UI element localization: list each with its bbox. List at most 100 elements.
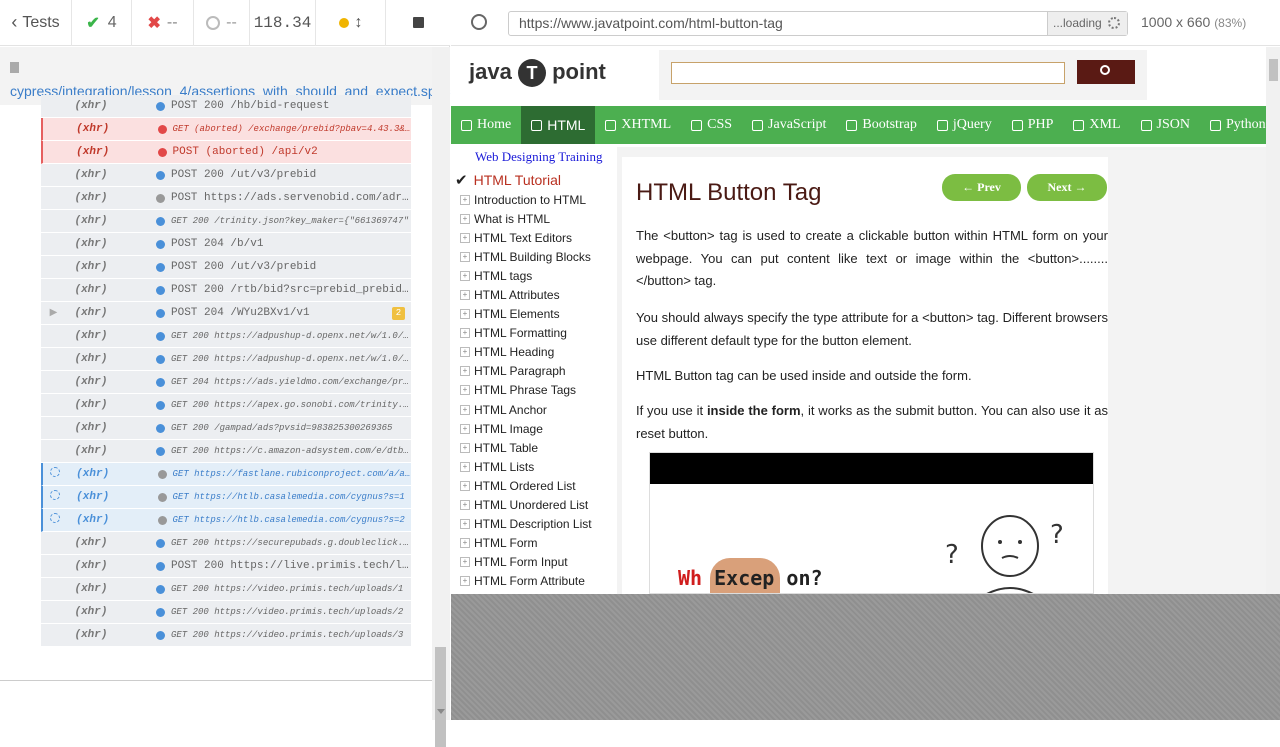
plus-icon: +	[460, 519, 470, 530]
command-row[interactable]: (xhr) GET 200 /trinity.json?key_maker={"6…	[41, 210, 411, 233]
side-item[interactable]: + HTML Attributes	[451, 285, 617, 304]
failed-count[interactable]: ✖ --	[132, 0, 194, 46]
viewport-scale: (83%)	[1214, 16, 1247, 30]
command-row[interactable]: (xhr) GET 200 https://c.amazon-adsystem.c…	[41, 440, 411, 463]
video-player[interactable]: Wh Excep on? ? ?	[649, 452, 1094, 594]
side-item[interactable]: + HTML Paragraph	[451, 362, 617, 381]
command-row[interactable]: (xhr) GET 200 https://securepubads.g.doub…	[41, 532, 411, 555]
site-nav: Home HTML XHTML CSS JavaScript Bootstrap jQuer…	[451, 106, 1266, 144]
command-row[interactable]: (xhr) POST 200 https://live.primis.tech/l…	[41, 555, 411, 578]
loading-text: ...loading	[1053, 16, 1102, 30]
nav-item-xml[interactable]: XML	[1063, 106, 1130, 144]
side-item[interactable]: + HTML Phrase Tags	[451, 381, 617, 400]
side-tutorial-heading[interactable]: ✔ HTML Tutorial	[451, 169, 617, 190]
side-item[interactable]: + HTML Unordered List	[451, 496, 617, 515]
command-row[interactable]: (xhr) GET 200 https://video.primis.tech/u…	[41, 601, 411, 624]
passed-count[interactable]: ✔ 4	[72, 0, 132, 46]
side-item[interactable]: + HTML Table	[451, 438, 617, 457]
next-button[interactable]: Next →	[1027, 174, 1107, 201]
nav-item-javascript[interactable]: JavaScript	[742, 106, 836, 144]
url-bar[interactable]: https://www.javatpoint.com/html-button-t…	[508, 11, 1128, 36]
command-row[interactable]: (xhr) POST (aborted) /api/v2	[41, 141, 411, 164]
side-item[interactable]: + HTML Form Input	[451, 553, 617, 572]
spinner-icon	[50, 490, 61, 500]
nav-item-html[interactable]: HTML	[521, 106, 596, 144]
side-item[interactable]: + HTML Text Editors	[451, 228, 617, 247]
command-row[interactable]: (xhr) GET 200 https://apex.go.sonobi.com/…	[41, 394, 411, 417]
nav-item-python[interactable]: Python	[1200, 106, 1276, 144]
side-item[interactable]: + HTML tags	[451, 266, 617, 285]
command-row[interactable]: (xhr) POST 200 /rtb/bid?src=prebid_prebid…	[41, 279, 411, 302]
side-item[interactable]: + HTML Form Attribute	[451, 572, 617, 591]
arrows-vertical-icon: ↕	[354, 13, 363, 31]
side-item-label: HTML Form	[474, 536, 538, 551]
side-training-link[interactable]: Web Designing Training	[451, 147, 617, 169]
command-row[interactable]: (xhr) GET https://fastlane.rubiconproject…	[41, 463, 411, 486]
nav-item-jquery[interactable]: jQuery	[927, 106, 1002, 144]
command-row[interactable]: (xhr) POST https://ads.servenobid.com/adr…	[41, 187, 411, 210]
search-icon	[1100, 65, 1110, 75]
aut-iframe[interactable]: java T point Home HTML XHTML CSS JavaScript B…	[451, 47, 1280, 594]
aut-scrollbar-thumb[interactable]	[1269, 59, 1278, 81]
tests-back-button[interactable]: ‹ Tests	[0, 0, 72, 46]
command-name: (xhr)	[74, 307, 108, 319]
site-search-button[interactable]	[1077, 60, 1135, 84]
scroll-down-icon[interactable]	[437, 709, 445, 714]
command-row[interactable]: (xhr) GET 200 https://video.primis.tech/u…	[41, 624, 411, 647]
side-item[interactable]: + HTML Anchor	[451, 400, 617, 419]
stop-button[interactable]	[386, 0, 450, 46]
nav-item-css[interactable]: CSS	[681, 106, 742, 144]
side-item[interactable]: + HTML Ordered List	[451, 476, 617, 495]
command-row[interactable]: (xhr) POST 204 /b/v1	[41, 233, 411, 256]
side-item[interactable]: + HTML Building Blocks	[451, 247, 617, 266]
side-item[interactable]: + HTML Elements	[451, 305, 617, 324]
command-name: (xhr)	[74, 583, 108, 595]
selector-playground-icon[interactable]	[471, 14, 487, 30]
side-item[interactable]: + Introduction to HTML	[451, 190, 617, 209]
nav-item-json[interactable]: JSON	[1131, 106, 1200, 144]
command-name: (xhr)	[74, 353, 108, 365]
auto-scroll-toggle[interactable]: ↕	[316, 0, 386, 46]
side-item[interactable]: + HTML Form	[451, 534, 617, 553]
nav-item-php[interactable]: PHP	[1002, 106, 1064, 144]
side-item[interactable]: + HTML Heading	[451, 343, 617, 362]
command-row[interactable]: (xhr) GET 200 https://video.primis.tech/u…	[41, 578, 411, 601]
command-row[interactable]: (xhr) GET https://htlb.casalemedia.com/cy…	[41, 509, 411, 532]
command-log[interactable]: (xhr) POST 200 /hb/bid-request (xhr) GET (a…	[41, 95, 411, 663]
circle-notch-icon	[206, 15, 221, 30]
plus-icon: +	[460, 347, 470, 358]
scrollbar-thumb[interactable]	[435, 647, 446, 747]
command-row[interactable]: (xhr) POST 200 /ut/v3/prebid	[41, 256, 411, 279]
aut-scrollbar[interactable]	[1266, 47, 1280, 594]
prev-button[interactable]: ← Prev	[942, 174, 1021, 201]
side-item[interactable]: + HTML Lists	[451, 457, 617, 476]
site-search-input[interactable]	[671, 62, 1065, 84]
command-row[interactable]: (xhr) GET https://htlb.casalemedia.com/cy…	[41, 486, 411, 509]
p4-bold: inside the form	[706, 403, 801, 418]
command-message: GET https://fastlane.rubiconproject.com/…	[172, 469, 411, 479]
video-caption-b: Excep	[714, 566, 775, 590]
css3-icon	[691, 119, 703, 131]
command-row[interactable]: (xhr) POST 200 /ut/v3/prebid	[41, 164, 411, 187]
side-item[interactable]: + HTML Image	[451, 419, 617, 438]
command-log-scrollbar[interactable]	[432, 47, 450, 747]
log-divider	[0, 680, 432, 681]
nav-item-xhtml[interactable]: XHTML	[595, 106, 681, 144]
command-row[interactable]: (xhr) GET 200 https://adpushup-d.openx.ne…	[41, 325, 411, 348]
command-row[interactable]: (xhr) GET (aborted) /exchange/prebid?pbav…	[41, 118, 411, 141]
side-item[interactable]: + HTML Description List	[451, 515, 617, 534]
passed-value: 4	[107, 13, 117, 31]
side-item[interactable]: + HTML Formatting	[451, 324, 617, 343]
command-row[interactable]: (xhr) GET 200 /gampad/ads?pvsid=983825300…	[41, 417, 411, 440]
pending-count[interactable]: --	[194, 0, 250, 46]
nav-item-home[interactable]: Home	[451, 106, 521, 144]
command-row[interactable]: (xhr) GET 200 https://adpushup-d.openx.ne…	[41, 348, 411, 371]
viewport-size[interactable]: 1000 x 660 (83%)	[1141, 14, 1246, 30]
site-logo[interactable]: java T point	[469, 59, 606, 87]
nav-item-bootstrap[interactable]: Bootstrap	[836, 106, 926, 144]
command-row[interactable]: (xhr) GET 204 https://ads.yieldmo.com/exc…	[41, 371, 411, 394]
plus-icon: +	[460, 385, 470, 396]
side-item[interactable]: + What is HTML	[451, 209, 617, 228]
command-row[interactable]: (xhr) POST 200 /hb/bid-request	[41, 95, 411, 118]
command-row[interactable]: ▶ (xhr) POST 204 /WYu2BXv1/v1 2	[41, 302, 411, 325]
